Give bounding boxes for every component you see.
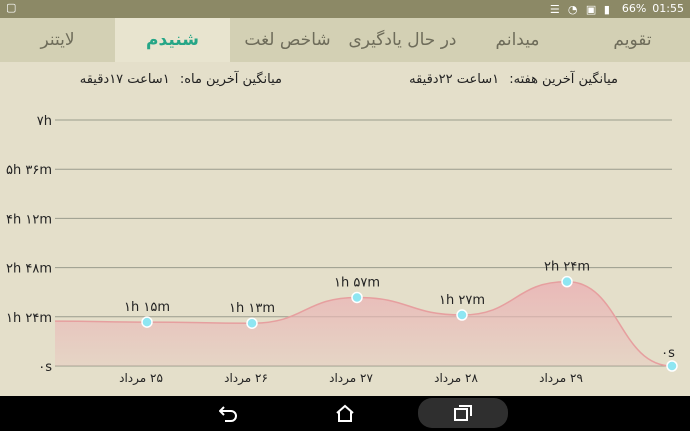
month-average: میانگین آخرین ماه: ۱ساعت ۱۷دقیقه: [52, 72, 282, 87]
month-average-value: ۱ساعت ۱۷دقیقه: [79, 72, 170, 87]
data-point: [141, 316, 153, 328]
recent-apps-button[interactable]: [418, 398, 508, 428]
battery-icon: ▮: [603, 2, 610, 16]
navigation-bar: [0, 396, 690, 431]
week-average: میانگین آخرین هفته: ۱ساعت ۲۲دقیقه: [378, 72, 618, 87]
data-label: ۱h ۱۳m: [229, 301, 275, 316]
notification-icon: ▢: [6, 1, 17, 14]
y-tick-label: ۵h ۳۶m: [6, 163, 52, 178]
battery-level: 66%: [621, 2, 647, 15]
tab-word-index[interactable]: شاخص لغت: [230, 18, 345, 62]
home-icon: [336, 404, 354, 422]
tab-learning[interactable]: در حال یادگیری: [345, 18, 460, 62]
x-tick-label: ۲۸ مرداد: [434, 371, 478, 386]
data-point: [456, 309, 468, 321]
recent-apps-icon: [454, 405, 472, 421]
x-tick-label: ۲۹ مرداد: [539, 371, 583, 386]
data-label: ۱h ۱۵m: [124, 300, 170, 315]
tab-bar: لایتنر شنیدم شاخص لغت در حال یادگیری مید…: [0, 18, 690, 62]
data-label: ۱h ۲۷m: [439, 293, 485, 308]
no-sim-icon: ▣: [585, 2, 597, 16]
data-label: ۲h ۲۴m: [544, 260, 590, 275]
home-button[interactable]: [328, 402, 362, 425]
y-tick-label: ۱h ۲۴m: [6, 311, 52, 326]
data-point: [351, 291, 363, 304]
wifi-icon: ◔: [567, 2, 578, 16]
week-average-label: میانگین آخرین هفته:: [509, 72, 618, 87]
month-average-label: میانگین آخرین ماه:: [179, 72, 282, 87]
clock: 01:55: [652, 2, 684, 15]
back-icon: [219, 405, 237, 422]
data-label: ۰s: [661, 346, 675, 361]
week-average-value: ۱ساعت ۲۲دقیقه: [409, 72, 500, 87]
y-tick-label: ۲h ۴۸m: [6, 262, 52, 277]
tab-heard[interactable]: شنیدم: [115, 18, 230, 62]
back-button[interactable]: [212, 402, 246, 425]
tab-known[interactable]: میدانم: [460, 18, 575, 62]
vibrate-icon: ☰: [549, 2, 560, 16]
data-point: [666, 360, 678, 372]
x-tick-label: ۲۵ مرداد: [119, 371, 163, 386]
y-tick-label: ۴h ۱۲m: [6, 212, 52, 227]
x-tick-label: ۲۷ مرداد: [329, 371, 373, 386]
tab-leitner[interactable]: لایتنر: [0, 18, 115, 62]
data-point: [561, 275, 573, 288]
status-bar: ▢ ☰ ◔ ▣ ▮ 66% 01:55: [0, 0, 690, 18]
y-tick-label: ۷h: [37, 114, 52, 129]
x-tick-label: ۲۶ مرداد: [224, 371, 268, 386]
listening-time-chart: ۰s ۱h ۲۴m ۲h ۴۸m ۴h ۱۲m ۵h ۳۶m ۷h ۱h ۱۵m ۱h ۱۳m…: [6, 114, 678, 386]
y-tick-label: ۰s: [38, 360, 52, 375]
data-label: ۱h ۵۷m: [334, 275, 380, 290]
tab-calendar[interactable]: تقویم: [575, 18, 690, 62]
data-point: [246, 317, 258, 329]
